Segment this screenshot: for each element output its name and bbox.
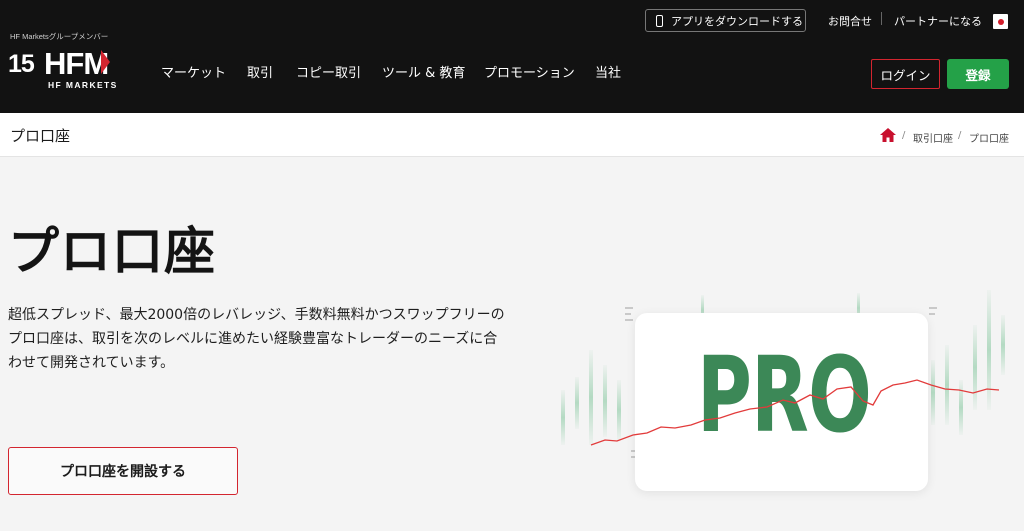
price-line: [590, 379, 1000, 446]
nav-item-trading[interactable]: 取引: [247, 62, 273, 81]
nav-item-tools-education[interactable]: ツール & 教育: [382, 62, 465, 81]
app-download-label: アプリをダウンロードする: [671, 14, 803, 28]
breadcrumb-separator: /: [958, 130, 962, 141]
logo-subtitle: HF MARKETS: [48, 80, 118, 90]
breadcrumb-item-trading-accounts[interactable]: 取引口座: [913, 130, 953, 145]
partner-link[interactable]: パートナーになる: [894, 13, 982, 29]
top-navigation-bar: HF Marketsグループメンバー 15 HFM HF MARKETS アプリ…: [0, 0, 1024, 113]
nav-item-markets[interactable]: マーケット: [161, 62, 226, 81]
hero-description: 超低スプレッド、最大2000倍のレバレッジ、手数料無料かつスワップフリーのプロ口…: [8, 307, 505, 371]
breadcrumb-bar: プロ口座: [0, 113, 1024, 157]
home-icon[interactable]: [880, 128, 896, 142]
logo-anniversary[interactable]: 15: [8, 50, 35, 79]
japan-flag-icon[interactable]: [993, 14, 1008, 29]
nav-item-company[interactable]: 当社: [595, 62, 621, 81]
logo-red-mark-icon: [101, 50, 110, 74]
hero-title: プロ口座: [8, 223, 217, 282]
breadcrumb-item-pro-account: プロ口座: [969, 134, 1009, 145]
nav-item-promotions[interactable]: プロモーション: [484, 62, 575, 81]
contact-link[interactable]: お問合せ: [828, 13, 872, 29]
top-link-divider: [881, 12, 882, 25]
open-pro-account-button[interactable]: プロ口座を開設する: [8, 447, 238, 495]
nav-item-copy-trading[interactable]: コピー取引: [296, 62, 361, 81]
register-button[interactable]: 登録: [947, 59, 1009, 89]
breadcrumb-separator: /: [902, 130, 906, 141]
login-button[interactable]: ログイン: [871, 59, 940, 89]
page-title: プロ口座: [10, 127, 71, 145]
app-download-button[interactable]: アプリをダウンロードする: [645, 9, 806, 32]
logo-group-text: HF Marketsグループメンバー: [10, 32, 109, 41]
phone-icon: [656, 14, 663, 27]
